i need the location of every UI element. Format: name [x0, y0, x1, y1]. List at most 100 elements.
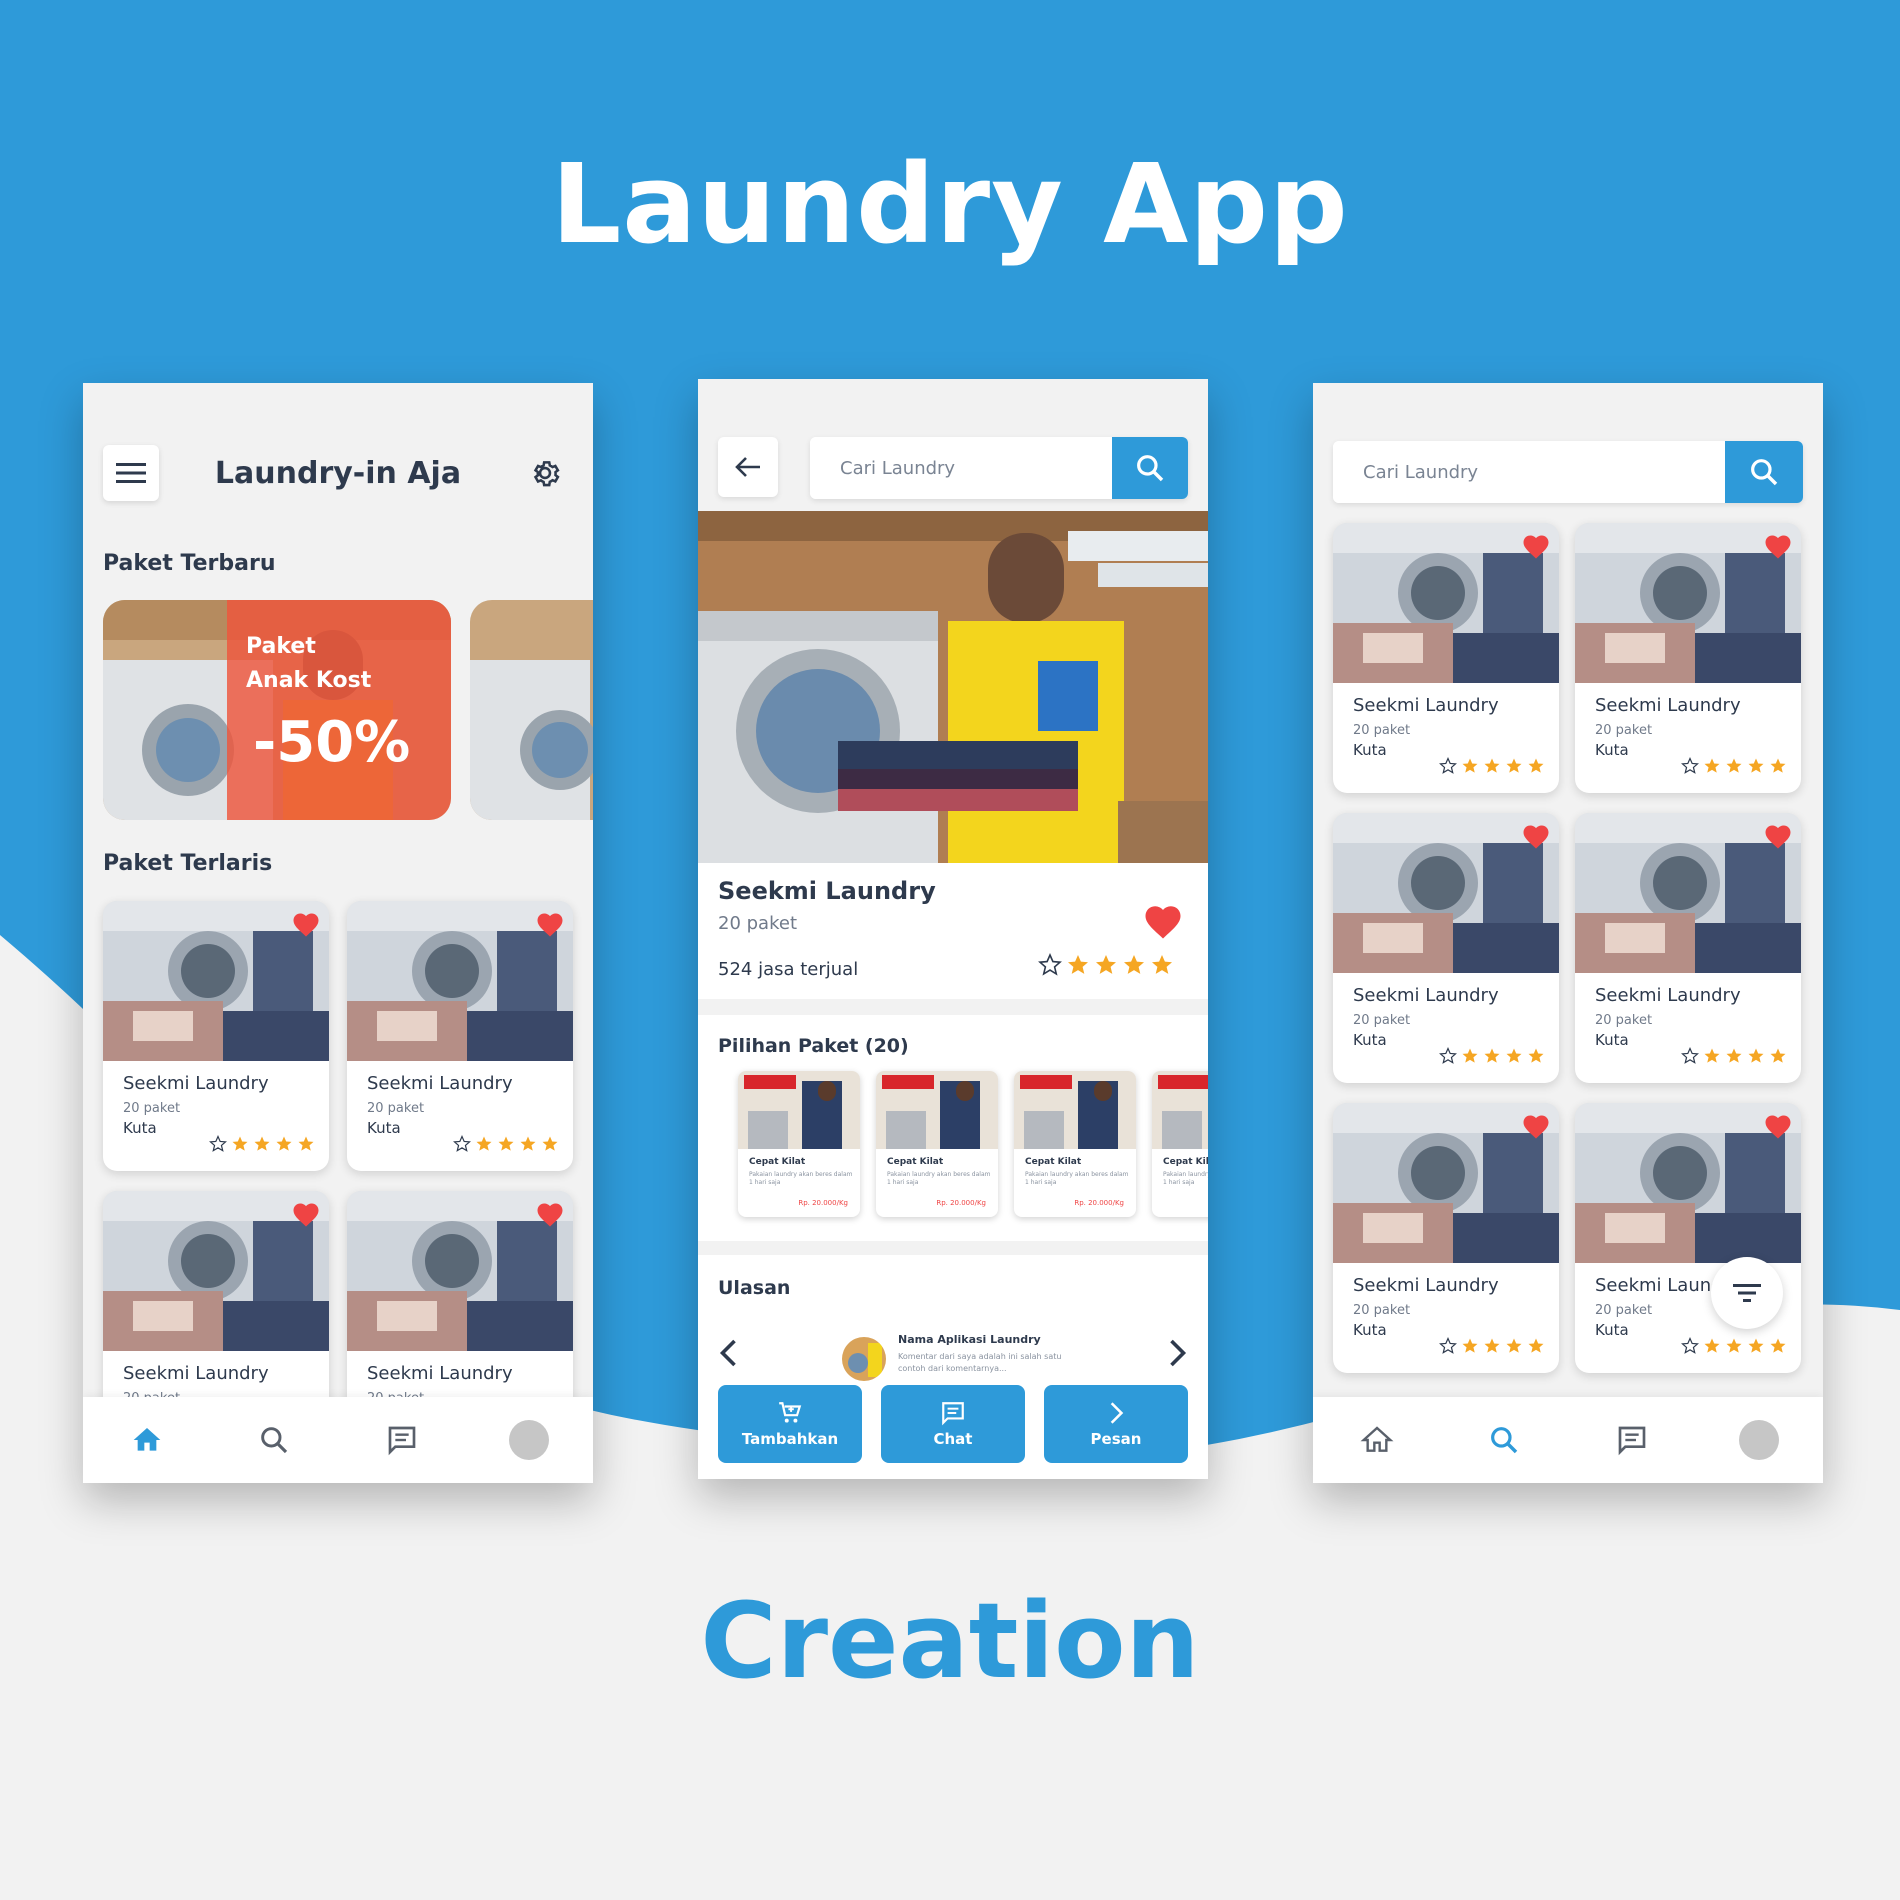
- packages-title: Pilihan Paket (20): [718, 1035, 909, 1057]
- star-icon: [1528, 758, 1544, 773]
- search-button[interactable]: [1112, 437, 1188, 499]
- laundry-card[interactable]: Seekmi Laundry20 paketKuta: [1575, 813, 1801, 1083]
- profile-avatar: [1739, 1420, 1780, 1460]
- card-location: Kuta: [1595, 741, 1629, 759]
- star-icon: [1704, 1048, 1720, 1063]
- chevron-left-icon[interactable]: [712, 1335, 748, 1371]
- search-input[interactable]: [1333, 441, 1725, 503]
- package-name: Cepat Kilat: [1025, 1157, 1082, 1167]
- back-button[interactable]: [718, 437, 778, 497]
- star-icon: [1726, 1048, 1742, 1063]
- favorite-heart-icon[interactable]: [1763, 821, 1793, 851]
- star-icon: [542, 1136, 558, 1151]
- star-outline-icon: [1439, 1337, 1457, 1354]
- settings-button[interactable]: [517, 445, 573, 501]
- package-description: Pakaian laundry akan beres dalam 1 hari …: [1163, 1171, 1208, 1186]
- menu-button[interactable]: [103, 445, 159, 501]
- nav-search[interactable]: [1474, 1410, 1534, 1470]
- nav-home[interactable]: [1347, 1410, 1407, 1470]
- laundry-card[interactable]: Seekmi Laundry20 paketKuta: [1575, 523, 1801, 793]
- package-description: Pakaian laundry akan beres dalam 1 hari …: [749, 1171, 853, 1186]
- star-outline-icon: [1439, 757, 1457, 774]
- laundry-card[interactable]: Seekmi Laundry20 paketKuta: [347, 901, 573, 1171]
- profile-avatar: [509, 1420, 550, 1460]
- search-input[interactable]: [810, 437, 1112, 499]
- package-card[interactable]: Cepat Kilat Pakaian laundry akan beres da…: [876, 1071, 998, 1217]
- card-name: Seekmi Laundry: [1353, 695, 1499, 716]
- star-icon: [1462, 758, 1478, 773]
- package-card[interactable]: Cepat Kilat Pakaian laundry akan beres da…: [1152, 1071, 1208, 1217]
- search-button[interactable]: [1725, 441, 1803, 503]
- search-icon: [261, 1427, 288, 1454]
- card-location: Kuta: [1353, 741, 1387, 759]
- star-icon: [520, 1136, 536, 1151]
- star-icon: [1528, 1048, 1544, 1063]
- promo-banner[interactable]: Paket Anak Kost -50%: [103, 600, 451, 820]
- nav-chat[interactable]: [1602, 1410, 1662, 1470]
- chevron-right-icon[interactable]: [1158, 1335, 1194, 1371]
- promo-banner-next[interactable]: [470, 600, 593, 820]
- laundry-card[interactable]: Seekmi Laundry20 paketKuta: [103, 901, 329, 1171]
- favorite-heart-icon[interactable]: [1763, 531, 1793, 561]
- nav-search[interactable]: [244, 1410, 304, 1470]
- star-outline-icon: [1038, 953, 1062, 976]
- laundry-card[interactable]: Seekmi Laundry20 paketKuta: [1575, 1103, 1801, 1373]
- review-text: Komentar dari saya adalah ini salah satu…: [898, 1352, 1062, 1373]
- card-name: Seekmi Laundry: [367, 1073, 513, 1094]
- star-icon: [1528, 1338, 1544, 1353]
- star-icon: [276, 1136, 292, 1151]
- laundry-card[interactable]: Seekmi Laundry20 paketKuta: [1333, 813, 1559, 1083]
- star-icon: [1484, 1048, 1500, 1063]
- card-packages: 20 paket: [1353, 1013, 1411, 1028]
- card-rating: [1439, 757, 1545, 775]
- bottom-nav: [1313, 1397, 1823, 1483]
- search-screen: Seekmi Laundry20 paketKutaSeekmi Laundry…: [1313, 383, 1823, 1483]
- add-to-cart-button[interactable]: Tambahkan: [718, 1385, 862, 1463]
- favorite-heart-icon[interactable]: [1521, 821, 1551, 851]
- package-card[interactable]: Cepat Kilat Pakaian laundry akan beres da…: [738, 1071, 860, 1217]
- card-rating: [1439, 1337, 1545, 1355]
- footer-title: Creation: [700, 1580, 1200, 1702]
- card-location: Kuta: [1353, 1031, 1387, 1049]
- star-icon: [1462, 1338, 1478, 1353]
- card-rating: [1681, 1047, 1787, 1065]
- card-name: Seekmi Laundry: [123, 1073, 269, 1094]
- package-photo: [1152, 1071, 1208, 1149]
- star-icon: [1748, 758, 1764, 773]
- favorite-heart-icon[interactable]: [535, 1199, 565, 1229]
- laundry-card[interactable]: Seekmi Laundry20 paketKuta: [1333, 1103, 1559, 1373]
- card-location: Kuta: [123, 1119, 157, 1137]
- card-packages: 20 paket: [1595, 1303, 1653, 1318]
- shop-name: Seekmi Laundry: [718, 877, 936, 905]
- favorite-heart-icon[interactable]: [291, 909, 321, 939]
- nav-profile[interactable]: [1729, 1410, 1789, 1470]
- nav-chat[interactable]: [372, 1410, 432, 1470]
- favorite-heart-icon[interactable]: [1521, 531, 1551, 561]
- shop-packages: 20 paket: [718, 913, 797, 934]
- package-name: Cepat Kilat: [887, 1157, 944, 1167]
- favorite-heart-icon[interactable]: [1763, 1111, 1793, 1141]
- filter-button[interactable]: [1711, 1257, 1783, 1329]
- chat-button[interactable]: Chat: [881, 1385, 1025, 1463]
- laundry-card[interactable]: Seekmi Laundry 20 paket Kuta: [1333, 523, 1559, 793]
- star-icon: [1068, 955, 1088, 974]
- card-name: Seekmi Laundry: [367, 1363, 513, 1384]
- chevron-right-icon: [1110, 1402, 1124, 1424]
- star-icon: [476, 1136, 492, 1151]
- search-bar: [1333, 441, 1803, 503]
- star-outline-icon: [453, 1135, 471, 1152]
- nav-profile[interactable]: [499, 1410, 559, 1470]
- order-button[interactable]: Pesan: [1044, 1385, 1188, 1463]
- favorite-heart-icon[interactable]: [1142, 901, 1184, 941]
- favorite-heart-icon[interactable]: [535, 909, 565, 939]
- card-packages: 20 paket: [1353, 723, 1411, 738]
- nav-home[interactable]: [117, 1410, 177, 1470]
- home-screen: Laundry-in Aja Paket Terbaru Paket Anak …: [83, 383, 593, 1483]
- search-icon: [1491, 1427, 1518, 1454]
- search-icon: [1751, 459, 1778, 486]
- favorite-heart-icon[interactable]: [1521, 1111, 1551, 1141]
- package-card[interactable]: Cepat Kilat Pakaian laundry akan beres da…: [1014, 1071, 1136, 1217]
- favorite-heart-icon[interactable]: [291, 1199, 321, 1229]
- cart-icon: [779, 1402, 802, 1423]
- gear-icon: [533, 461, 560, 487]
